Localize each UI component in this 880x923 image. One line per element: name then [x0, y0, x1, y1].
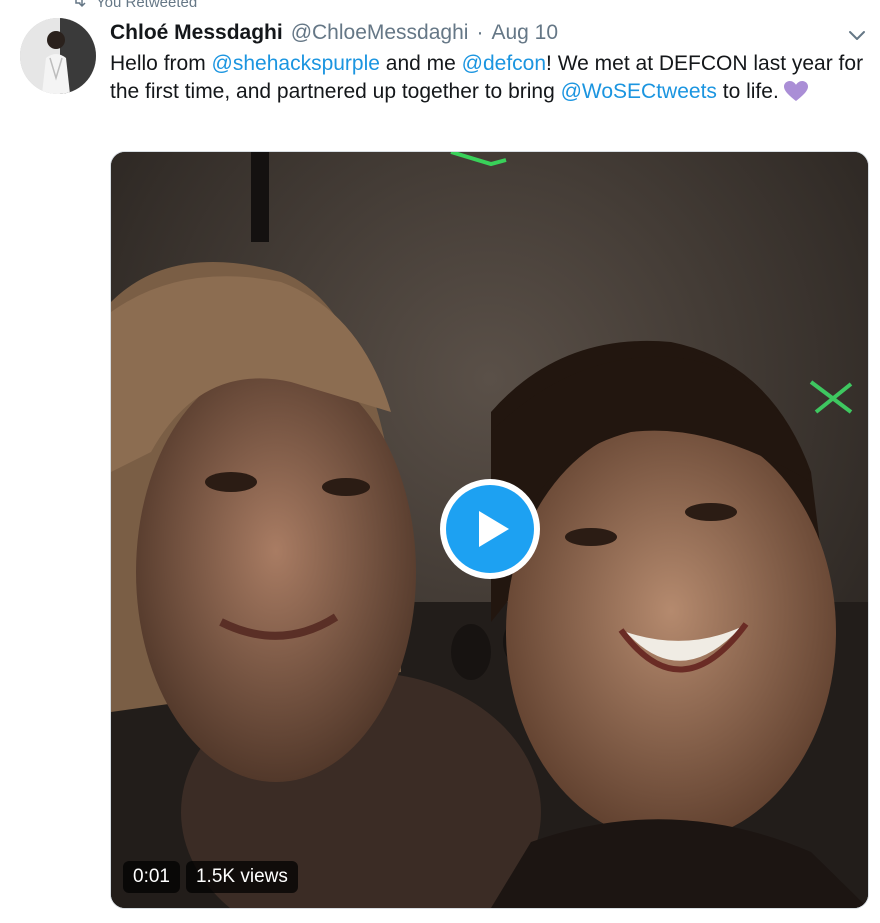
- retweet-context: You Retweeted: [70, 0, 197, 13]
- tweet-text-part2: and me: [379, 52, 462, 75]
- header-separator: ·: [476, 21, 484, 44]
- video-info-badges: 0:01 1.5K views: [123, 861, 298, 893]
- video-player[interactable]: 0:01 1.5K views: [110, 151, 869, 909]
- mention-wosectweets[interactable]: @WoSECtweets: [561, 80, 717, 103]
- tweet-text-part1: Hello from: [110, 52, 212, 75]
- play-icon: [446, 485, 534, 573]
- video-duration: 0:01: [123, 861, 180, 893]
- author-handle[interactable]: @ChloeMessdaghi: [291, 18, 469, 48]
- mention-defcon[interactable]: @defcon: [462, 52, 546, 75]
- retweet-icon: [70, 0, 88, 13]
- chevron-down-icon[interactable]: [846, 24, 868, 46]
- play-button[interactable]: [440, 479, 540, 579]
- author-avatar[interactable]: [20, 18, 96, 94]
- tweet-text-part4: to life.: [716, 80, 779, 103]
- tweet-text: Hello from @shehackspurple and me @defco…: [110, 50, 870, 106]
- author-name[interactable]: Chloé Messdaghi: [110, 18, 283, 48]
- purple-heart-icon: [783, 80, 809, 102]
- mention-shehackspurple[interactable]: @shehackspurple: [212, 52, 380, 75]
- tweet-header: Chloé Messdaghi @ChloeMessdaghi · Aug 10: [110, 18, 558, 48]
- video-views: 1.5K views: [185, 861, 298, 893]
- retweet-label: You Retweeted: [96, 0, 198, 11]
- tweet-date[interactable]: Aug 10: [491, 18, 558, 48]
